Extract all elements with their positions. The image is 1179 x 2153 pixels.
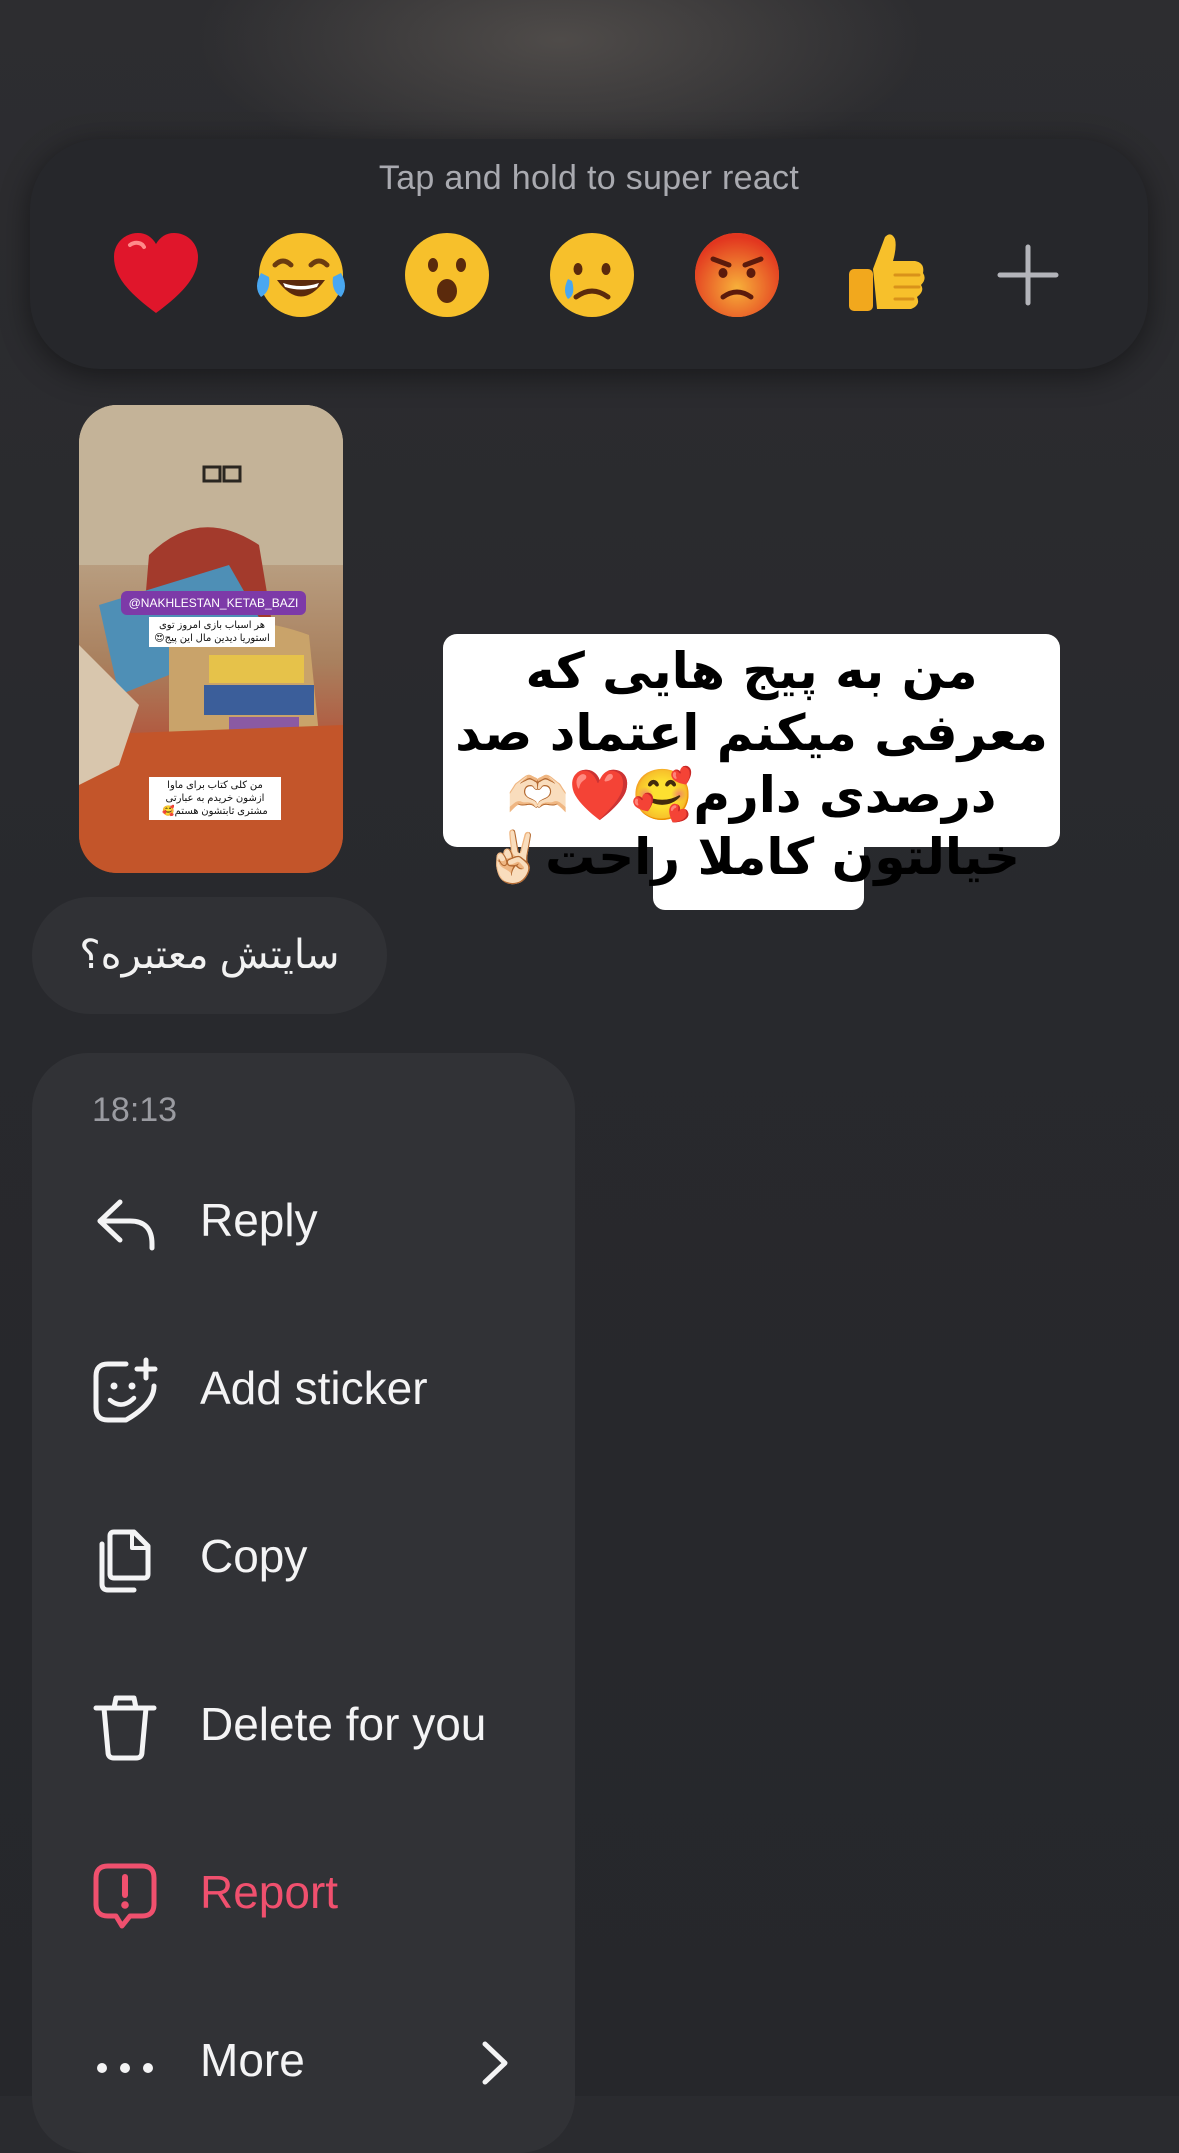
laughing-reaction[interactable] bbox=[245, 219, 357, 331]
angry-reaction[interactable] bbox=[681, 219, 793, 331]
face-with-tears-of-joy-icon bbox=[257, 233, 346, 317]
reaction-bar: Tap and hold to super react bbox=[30, 139, 1148, 369]
menu-item-label: More bbox=[200, 2034, 305, 2086]
surprised-reaction[interactable] bbox=[391, 219, 503, 331]
reaction-row bbox=[100, 219, 1084, 331]
menu-item-label: Report bbox=[200, 1866, 339, 1918]
thumbs-up-icon bbox=[848, 234, 925, 311]
menu-item-more[interactable]: More bbox=[32, 1996, 575, 2126]
menu-item-label: Reply bbox=[200, 1194, 318, 1246]
story-caption-top: هر اسباب بازی امروز توی استوریا دیدین ما… bbox=[149, 617, 275, 647]
menu-item-label: Add sticker bbox=[200, 1362, 428, 1414]
heart-icon bbox=[114, 233, 198, 313]
sticker-icon bbox=[93, 1357, 158, 1423]
add-reaction[interactable] bbox=[972, 219, 1084, 331]
plus-icon bbox=[997, 244, 1059, 306]
angry-face-icon bbox=[695, 233, 780, 317]
face-with-open-mouth-icon bbox=[404, 233, 489, 317]
trash-icon bbox=[93, 1695, 157, 1761]
menu-item-delete[interactable]: Delete for you bbox=[32, 1660, 575, 1790]
heart-reaction[interactable] bbox=[100, 219, 212, 331]
menu-item-report[interactable]: Report bbox=[32, 1828, 575, 1958]
message-context-menu: 18:13 Reply Add sticker Copy Delete for … bbox=[32, 1053, 575, 2153]
reaction-hint: Tap and hold to super react bbox=[378, 159, 800, 197]
story-mention-label: @NAKHLESTAN_KETAB_BAZI bbox=[121, 591, 306, 615]
menu-item-copy[interactable]: Copy bbox=[32, 1492, 575, 1622]
report-icon bbox=[93, 1863, 157, 1929]
sticker-text: من به پیج هایی که معرفی میکنم اعتماد صد … bbox=[455, 642, 1048, 886]
chevron-right-icon bbox=[482, 2041, 508, 2085]
story-thumbnail[interactable]: @NAKHLESTAN_KETAB_BAZI هر اسباب بازی امر… bbox=[79, 405, 343, 873]
crying-face-icon bbox=[549, 233, 634, 317]
copy-icon bbox=[99, 1529, 151, 1593]
crying-reaction[interactable] bbox=[536, 219, 648, 331]
menu-item-label: Copy bbox=[200, 1530, 308, 1582]
message-time: 18:13 bbox=[92, 1091, 178, 1129]
menu-item-label: Delete for you bbox=[200, 1698, 487, 1750]
message-bubble[interactable]: سایتش معتبره؟ bbox=[32, 897, 387, 1014]
thumbs-up-reaction[interactable] bbox=[827, 219, 939, 331]
reply-icon bbox=[97, 1199, 155, 1251]
story-caption-bottom: من کلی کتاب برای ماوا ازشون خریدم به عبا… bbox=[149, 777, 281, 820]
menu-item-reply[interactable]: Reply bbox=[32, 1156, 575, 1286]
more-icon bbox=[97, 2063, 153, 2073]
menu-item-add-sticker[interactable]: Add sticker bbox=[32, 1324, 575, 1454]
